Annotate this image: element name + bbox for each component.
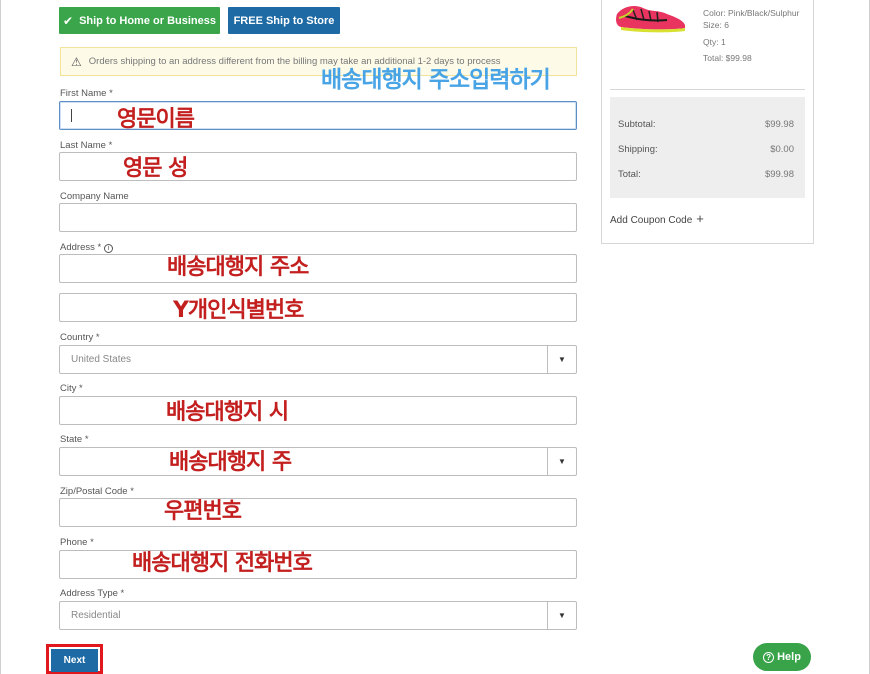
address-type-value: Residential xyxy=(71,610,121,621)
annotation-phone: 배송대행지 전화번호 xyxy=(132,551,313,576)
caret-down-icon[interactable]: ▼ xyxy=(547,346,576,373)
annotation-city: 배송대행지 시 xyxy=(166,400,289,425)
total-label: Total: xyxy=(618,169,641,180)
warning-icon: ⚠ xyxy=(71,54,82,69)
subtotal-label: Subtotal: xyxy=(618,119,656,130)
address-line1-input[interactable] xyxy=(59,254,577,283)
ship-to-store-label: FREE Ship to Store xyxy=(233,14,335,27)
company-name-label: Company Name xyxy=(60,191,129,202)
state-label: State * xyxy=(60,434,89,445)
checkmark-icon: ✔ xyxy=(63,13,74,28)
summary-divider xyxy=(610,89,805,90)
address-line2-input[interactable] xyxy=(59,293,577,322)
state-select[interactable]: ▼ xyxy=(59,447,577,476)
shipping-label: Shipping: xyxy=(618,144,658,155)
product-shoe-image xyxy=(616,6,685,33)
annotation-last-name: 영문 성 xyxy=(123,156,188,181)
shipping-value: $0.00 xyxy=(770,144,794,155)
phone-label: Phone * xyxy=(60,537,94,548)
ship-to-store-button[interactable]: FREE Ship to Store xyxy=(228,7,340,34)
question-icon: ? xyxy=(763,651,775,663)
address-label: Address * i xyxy=(60,242,114,253)
text-caret xyxy=(71,109,72,122)
country-value: United States xyxy=(71,354,132,365)
product-color: Color: Pink/Black/Sulphur xyxy=(703,8,800,18)
address-label-text: Address * xyxy=(60,242,102,253)
annotation-address: 배송대행지 주소 xyxy=(167,255,309,280)
company-name-input[interactable] xyxy=(59,203,577,232)
zip-input[interactable] xyxy=(59,498,577,527)
total-value: $99.98 xyxy=(764,169,794,180)
coupon-label: Add Coupon Code xyxy=(610,215,693,226)
country-select[interactable]: United States ▼ xyxy=(59,345,577,374)
city-input[interactable] xyxy=(59,396,577,425)
annotation-zip: 우편번호 xyxy=(164,499,242,524)
first-name-label: First Name * xyxy=(60,88,113,99)
address-type-select[interactable]: Residential ▼ xyxy=(59,601,577,630)
product-size: Size: 6 xyxy=(703,20,729,30)
last-name-label: Last Name * xyxy=(60,140,113,151)
annotation-state: 배송대행지 주 xyxy=(169,450,292,475)
annotation-first-name: 영문이름 xyxy=(117,107,195,132)
country-label: Country * xyxy=(60,332,100,343)
annotation-address2: Y개인식별번호 xyxy=(173,298,304,323)
annotation-heading: 배송대행지 주소입력하기 xyxy=(321,67,551,93)
zip-label: Zip/Postal Code * xyxy=(60,486,134,497)
product-qty: Qty: 1 xyxy=(703,37,726,47)
ship-to-home-label: Ship to Home or Business xyxy=(79,14,216,27)
address-type-label: Address Type * xyxy=(60,588,125,599)
city-label: City * xyxy=(60,383,83,394)
caret-down-icon[interactable]: ▼ xyxy=(547,448,576,475)
plus-icon: + xyxy=(696,211,704,226)
ship-to-home-button[interactable]: ✔ Ship to Home or Business xyxy=(59,7,220,34)
info-icon[interactable]: i xyxy=(104,244,114,253)
subtotal-value: $99.98 xyxy=(764,119,794,130)
product-total: Total: $99.98 xyxy=(703,53,752,63)
caret-down-icon[interactable]: ▼ xyxy=(547,602,576,629)
add-coupon-link[interactable]: Add Coupon Code + xyxy=(610,211,704,226)
help-label: Help xyxy=(777,651,801,663)
next-button[interactable]: Next xyxy=(51,649,98,672)
help-button[interactable]: ? Help xyxy=(753,643,811,671)
